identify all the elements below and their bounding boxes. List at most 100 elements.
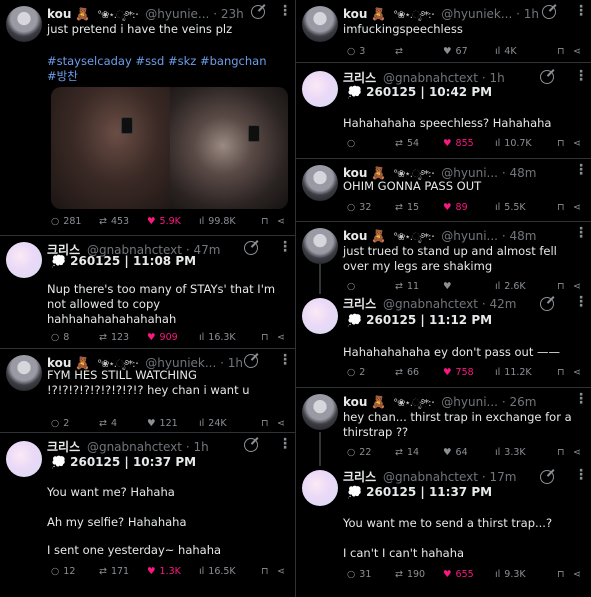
repost-button[interactable]: ⇄ 11 [395,280,419,294]
avatar[interactable] [302,6,338,42]
tweet-card[interactable]: kou 🧸 °❀⋆.ೃ࿔*:･ @hyuni... · 48m ⋮ OHIM G… [296,159,591,222]
reply-button[interactable]: ○ 12 [51,565,75,579]
tweet-card[interactable]: kou 🧸 °❀⋆.ೃ࿔*:･ @hyuniek... · 1h ⋮ FYM H… [0,349,295,433]
repost-button[interactable]: ⇄ 123 [99,331,129,345]
bookmark-icon[interactable]: ⊓ [261,331,268,345]
display-name[interactable]: kou [343,229,367,243]
like-button[interactable]: ♥ [443,280,456,294]
avatar[interactable] [6,355,42,391]
user-handle[interactable]: @hyuni... [441,229,498,243]
avatar[interactable] [302,71,338,107]
user-handle[interactable]: @hyuniek... [441,7,512,21]
share-icon[interactable]: ⋖ [277,331,285,345]
more-options-icon[interactable]: ⋮ [278,351,292,369]
share-icon[interactable]: ⋖ [573,137,581,151]
display-name[interactable]: kou [343,166,367,180]
share-icon[interactable]: ⋖ [277,417,285,431]
grok-icon[interactable] [540,70,554,84]
bookmark-icon[interactable]: ⊓ [557,568,564,582]
views-button[interactable]: ıl 10.7K [495,137,532,151]
views-button[interactable]: ıl 11.2K [495,366,532,380]
bookmark-icon[interactable]: ⊓ [557,137,564,151]
grok-icon[interactable] [251,5,265,19]
tweet-media-image[interactable] [51,87,288,209]
user-handle[interactable]: @gnabnahctext [383,297,478,311]
repost-button[interactable]: ⇄ [395,45,407,59]
views-button[interactable]: ıl 5.5K [495,201,526,215]
user-handle[interactable]: @hyuni... [441,395,498,409]
share-icon[interactable]: ⋖ [573,568,581,582]
like-button[interactable]: ♥ 855 [443,137,474,151]
avatar[interactable] [302,394,338,430]
more-options-icon[interactable]: ⋮ [574,224,588,242]
views-button[interactable]: ıl 4K [495,45,517,59]
display-name[interactable]: 크리스 [343,470,376,484]
like-button[interactable]: ♥ 89 [443,201,468,215]
repost-button[interactable]: ⇄ 15 [395,201,419,215]
views-button[interactable]: ıl 2.6K [495,280,526,294]
display-name[interactable]: 크리스 [47,440,80,454]
reply-button[interactable]: ○ 8 [51,331,69,345]
avatar[interactable] [302,228,338,264]
more-options-icon[interactable]: ⋮ [574,390,588,408]
user-handle[interactable]: @gnabnahctext [383,71,478,85]
user-handle[interactable]: @hyuni... [441,166,498,180]
bookmark-icon[interactable]: ⊓ [261,417,268,431]
avatar[interactable] [302,470,338,506]
share-icon[interactable]: ⋖ [573,45,581,59]
bookmark-icon[interactable]: ⊓ [557,45,564,59]
views-button[interactable]: ıl 16.5K [199,565,236,579]
like-button[interactable]: ♥ 1.3K [147,565,181,579]
bookmark-icon[interactable]: ⊓ [557,366,564,380]
tweet-card[interactable]: kou 🧸 °❀⋆.ೃ࿔*:･ @hyuniek... · 1h ⋮ imfuc… [296,0,591,63]
avatar[interactable] [6,441,42,477]
views-button[interactable]: ıl 3.3K [495,446,526,460]
display-name[interactable]: 크리스 [343,71,376,85]
share-icon[interactable]: ⋖ [573,366,581,380]
like-button[interactable]: ♥ 655 [443,568,474,582]
grok-icon[interactable] [540,470,554,484]
reply-button[interactable]: ○ 2 [347,366,365,380]
bookmark-icon[interactable]: ⊓ [261,215,268,229]
display-name[interactable]: kou [343,7,367,21]
more-options-icon[interactable]: ⋮ [574,293,588,311]
tweet-hashtags[interactable]: #stayselcaday #ssd #skz #bangchan #방찬 [47,54,279,84]
reply-button[interactable]: ○ 22 [347,446,371,460]
repost-button[interactable]: ⇄ 54 [395,137,419,151]
views-button[interactable]: ıl 9.3K [495,568,526,582]
user-handle[interactable]: @gnabnahctext [383,470,478,484]
bookmark-icon[interactable]: ⊓ [557,201,564,215]
tweet-card[interactable]: 크리스 @gnabnahctext · 1h ⋮ 💭 260125 | 10:3… [0,433,295,597]
reply-button[interactable]: ○ 281 [51,215,81,229]
reply-button[interactable]: ○ [347,280,359,294]
display-name[interactable]: kou [47,7,71,21]
bookmark-icon[interactable]: ⊓ [261,565,268,579]
avatar[interactable] [302,165,338,201]
views-button[interactable]: ıl 99.8K [199,215,236,229]
reply-button[interactable]: ○ [347,137,359,151]
repost-button[interactable]: ⇄ 14 [395,446,419,460]
share-icon[interactable]: ⋖ [573,280,581,294]
reply-button[interactable]: ○ 31 [347,568,371,582]
repost-button[interactable]: ⇄ 190 [395,568,425,582]
like-button[interactable]: ♥ 909 [147,331,178,345]
tweet-card[interactable]: 크리스 @gnabnahctext · 1h ⋮ 💭 260125 | 10:4… [296,63,591,159]
display-name[interactable]: 크리스 [343,297,376,311]
more-options-icon[interactable]: ⋮ [574,161,588,179]
grok-icon[interactable] [542,5,556,19]
more-options-icon[interactable]: ⋮ [574,2,588,20]
more-options-icon[interactable]: ⋮ [278,435,292,453]
repost-button[interactable]: ⇄ 453 [99,215,129,229]
reply-button[interactable]: ○ 2 [51,417,69,431]
user-handle[interactable]: @gnabnahctext [87,440,182,454]
repost-button[interactable]: ⇄ 4 [99,417,117,431]
bookmark-icon[interactable]: ⊓ [557,280,564,294]
like-button[interactable]: ♥ 64 [443,446,468,460]
views-button[interactable]: ıl 24K [199,417,227,431]
like-button[interactable]: ♥ 121 [147,417,178,431]
more-options-icon[interactable]: ⋮ [278,2,292,20]
display-name[interactable]: kou [343,395,367,409]
like-button[interactable]: ♥ 758 [443,366,474,380]
like-button[interactable]: ♥ 67 [443,45,468,59]
share-icon[interactable]: ⋖ [573,201,581,215]
